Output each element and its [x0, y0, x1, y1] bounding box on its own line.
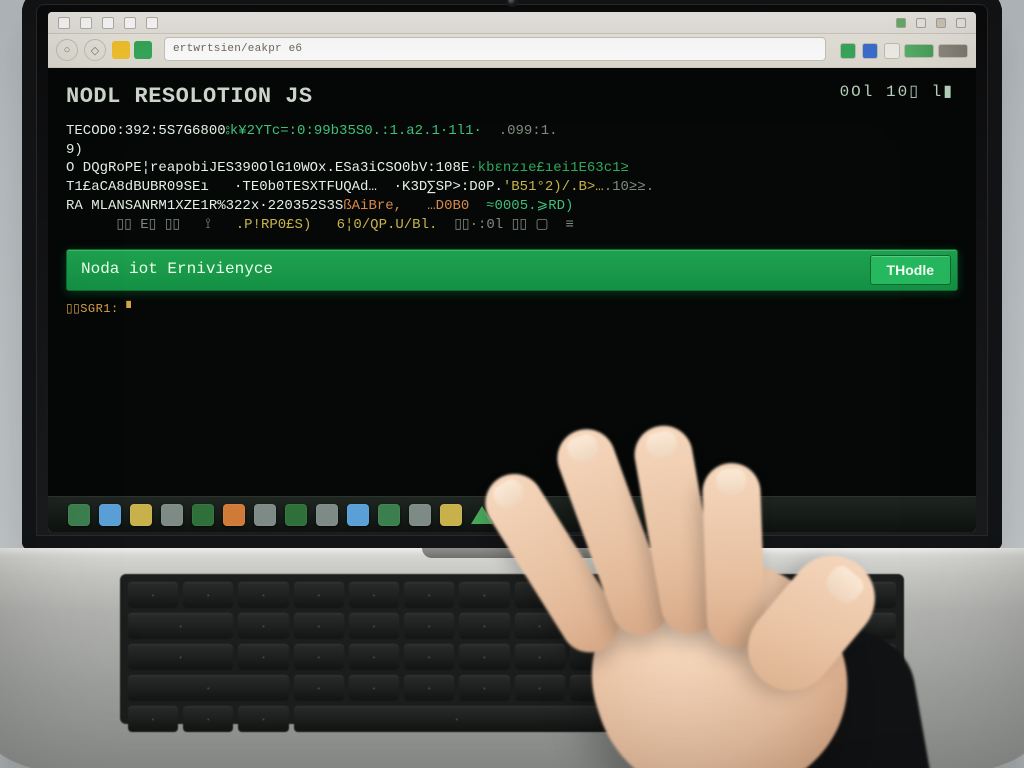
status-indicator-icon	[956, 18, 966, 28]
keyboard	[120, 574, 904, 724]
dock-app-icon[interactable]	[192, 504, 214, 526]
terminal-window: NODl RESOlOtION JS 0Ol 10▯ l▮ TECOD0:392…	[48, 68, 976, 496]
status-indicator-icon	[896, 18, 906, 28]
extension-icon[interactable]	[884, 43, 900, 59]
command-input[interactable]	[81, 259, 870, 281]
dock-app-icon[interactable]	[440, 504, 462, 526]
nav-forward-button[interactable]: ◇	[84, 39, 106, 61]
terminal-status: 0Ol 10▯ l▮	[840, 82, 954, 104]
os-menubar	[48, 12, 976, 34]
status-indicator-icon	[936, 18, 946, 28]
dock-app-icon[interactable]	[471, 506, 493, 524]
terminal-line: TECOD0:392:5S7G6800⦂k¥2YTc=:0:99b35S0.:1…	[66, 122, 958, 141]
tab-favicon-icon[interactable]	[134, 41, 152, 59]
menubar-icon	[58, 17, 70, 29]
terminal-line: T1£aCA8dBUBR09SEı ·TE0b0TESXTFUQAd… ·K3D…	[66, 178, 958, 197]
tab-favicon-icon[interactable]	[112, 41, 130, 59]
dock-app-icon[interactable]	[378, 504, 400, 526]
circle-icon: ○	[64, 44, 71, 56]
command-prompt-bar: THodle	[66, 249, 958, 291]
laptop-hinge	[422, 548, 602, 558]
dock-app-icon[interactable]	[254, 504, 276, 526]
status-indicator-icon	[916, 18, 926, 28]
dock-app-icon[interactable]	[316, 504, 338, 526]
extension-icon[interactable]	[840, 43, 856, 59]
toolbar-pill-icon[interactable]	[904, 44, 934, 58]
address-text: ertwrtsien/eakpr e6	[173, 43, 302, 55]
dock-app-icon[interactable]	[347, 504, 369, 526]
toolbar-pill-icon[interactable]	[938, 44, 968, 58]
terminal-line: 9)	[66, 141, 958, 160]
nav-back-button[interactable]: ○	[56, 39, 78, 61]
dock-app-icon[interactable]	[502, 504, 524, 526]
screen: ○ ◇ ertwrtsien/eakpr e6 NODl RESOlOtION …	[48, 12, 976, 532]
dock-app-icon[interactable]	[161, 504, 183, 526]
terminal-line: ▯▯SGR1: ▘	[66, 301, 958, 317]
diamond-icon: ◇	[91, 44, 99, 57]
browser-toolbar: ○ ◇ ertwrtsien/eakpr e6	[48, 34, 976, 68]
menubar-icon	[102, 17, 114, 29]
extension-icon[interactable]	[862, 43, 878, 59]
dock-app-icon[interactable]	[130, 504, 152, 526]
webcam	[508, 0, 516, 5]
submit-button[interactable]: THodle	[870, 255, 951, 285]
address-bar[interactable]: ertwrtsien/eakpr e6	[164, 37, 826, 61]
menubar-icon	[80, 17, 92, 29]
dock-app-icon[interactable]	[68, 504, 90, 526]
terminal-line: ▯▯ E▯ ▯▯ ⟟ .P!RP0£S) 6¦0/QP.U/Bl. ▯▯·:0l…	[66, 216, 958, 235]
dock-app-icon[interactable]	[99, 504, 121, 526]
laptop-frame: ○ ◇ ertwrtsien/eakpr e6 NODl RESOlOtION …	[22, 0, 1002, 550]
taskbar	[48, 496, 976, 532]
menubar-icon	[124, 17, 136, 29]
dock-app-icon[interactable]	[409, 504, 431, 526]
terminal-line: O DQgRoPE¦reapobiJES390OlG10WOx.ESa3iCSO…	[66, 159, 958, 178]
dock-app-icon[interactable]	[223, 504, 245, 526]
dock-app-icon[interactable]	[285, 504, 307, 526]
menubar-icon	[146, 17, 158, 29]
terminal-line: RA MLANSANRM1XZE1R%322x·220352S3SßAiBre,…	[66, 197, 958, 216]
terminal-title: NODl RESOlOtION JS	[66, 82, 958, 112]
